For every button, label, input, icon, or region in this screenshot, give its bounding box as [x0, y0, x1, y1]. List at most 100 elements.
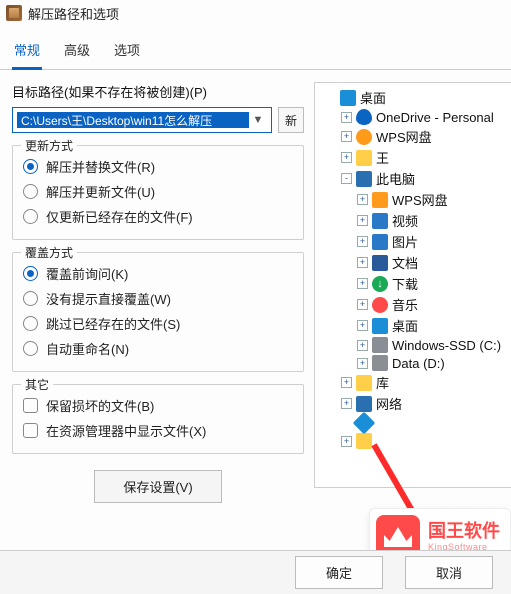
tab-advanced[interactable]: 高级 — [62, 34, 92, 69]
desktop-icon — [372, 318, 388, 334]
tab-options[interactable]: 选项 — [112, 34, 142, 69]
wps-icon — [356, 129, 372, 145]
option-label: 解压并更新文件(U) — [46, 182, 155, 201]
option-label: 保留损坏的文件(B) — [46, 396, 154, 415]
update-option[interactable]: 解压并更新文件(U) — [23, 179, 293, 204]
tree-node[interactable]: + 网络 — [317, 393, 509, 414]
tree-node[interactable]: + 视频 — [317, 210, 509, 231]
expand-toggle[interactable]: + — [341, 436, 352, 447]
overwrite-option[interactable]: 覆盖前询问(K) — [23, 261, 293, 286]
tree-node-label: 此电脑 — [376, 169, 415, 188]
tree-node-label: Windows-SSD (C:) — [392, 338, 501, 353]
expand-toggle[interactable]: + — [357, 215, 368, 226]
option-label: 跳过已经存在的文件(S) — [46, 314, 180, 333]
overwrite-option[interactable]: 没有提示直接覆盖(W) — [23, 286, 293, 311]
tree-node[interactable]: + WPS网盘 — [317, 126, 509, 147]
tree-node[interactable]: +王 — [317, 147, 509, 168]
tree-node[interactable] — [317, 414, 509, 432]
tree-node-label: OneDrive - Personal — [376, 110, 494, 125]
tree-node[interactable]: + 桌面 — [317, 315, 509, 336]
tree-node-label: 下载 — [392, 274, 418, 293]
expand-toggle[interactable]: + — [341, 112, 352, 123]
expand-toggle[interactable]: + — [357, 320, 368, 331]
new-folder-button[interactable]: 新 — [278, 107, 304, 133]
overwrite-option[interactable]: 自动重命名(N) — [23, 336, 293, 361]
tree-node[interactable]: + Data (D:) — [317, 354, 509, 372]
tree-node[interactable]: +库 — [317, 372, 509, 393]
tree-node-label: 库 — [376, 373, 389, 392]
expand-toggle[interactable]: + — [357, 236, 368, 247]
tree-node[interactable]: +图片 — [317, 231, 509, 252]
video-icon — [372, 213, 388, 229]
drive-icon — [372, 337, 388, 353]
tree-node-label: 桌面 — [392, 316, 418, 335]
tree-node-label: 网络 — [376, 394, 402, 413]
other-option[interactable]: 保留损坏的文件(B) — [23, 393, 293, 418]
ok-button[interactable]: 确定 — [295, 556, 383, 589]
tree-node[interactable]: + 下载 — [317, 273, 509, 294]
expand-toggle[interactable]: + — [341, 377, 352, 388]
update-option[interactable]: 解压并替换文件(R) — [23, 154, 293, 179]
radio-icon — [23, 184, 38, 199]
checkbox-icon — [23, 398, 38, 413]
expand-toggle[interactable]: - — [341, 173, 352, 184]
expand-spacer — [341, 418, 352, 429]
doc-icon — [372, 255, 388, 271]
folder-icon — [356, 433, 372, 449]
expand-toggle[interactable]: + — [357, 278, 368, 289]
expand-toggle[interactable]: + — [357, 299, 368, 310]
tree-node-label: 文档 — [392, 253, 418, 272]
dest-path-input[interactable] — [17, 112, 249, 128]
lib-icon — [356, 375, 372, 391]
expand-toggle[interactable]: + — [357, 194, 368, 205]
radio-icon — [23, 266, 38, 281]
folder-tree[interactable]: 桌面+OneDrive - Personal+WPS网盘+王-此电脑+WPS网盘… — [314, 82, 511, 488]
overwrite-option[interactable]: 跳过已经存在的文件(S) — [23, 311, 293, 336]
tree-node[interactable]: + Windows-SSD (C:) — [317, 336, 509, 354]
tree-node[interactable]: 桌面 — [317, 87, 509, 108]
tree-node[interactable]: + 音乐 — [317, 294, 509, 315]
radio-icon — [23, 159, 38, 174]
radio-icon — [23, 341, 38, 356]
tree-node[interactable]: + 文档 — [317, 252, 509, 273]
onedrive-icon — [356, 109, 372, 125]
tree-node[interactable]: - 此电脑 — [317, 168, 509, 189]
music-icon — [372, 297, 388, 313]
tree-node-label: 视频 — [392, 211, 418, 230]
tree-node[interactable]: + OneDrive - Personal — [317, 108, 509, 126]
radio-icon — [23, 209, 38, 224]
save-settings-button[interactable]: 保存设置(V) — [94, 470, 221, 503]
group-other: 其它 保留损坏的文件(B)在资源管理器中显示文件(X) — [12, 384, 304, 454]
tree-node-label: 音乐 — [392, 295, 418, 314]
expand-toggle[interactable]: + — [357, 340, 368, 351]
option-label: 解压并替换文件(R) — [46, 157, 155, 176]
group-label: 覆盖方式 — [21, 244, 77, 261]
expand-toggle[interactable]: + — [341, 131, 352, 142]
cancel-button[interactable]: 取消 — [405, 556, 493, 589]
dest-path-label: 目标路径(如果不存在将被创建)(P) — [12, 82, 304, 101]
tab-general[interactable]: 常规 — [12, 34, 42, 70]
tree-node-label: 王 — [376, 148, 389, 167]
tree-node[interactable]: + — [317, 432, 509, 450]
tree-node-label: Data (D:) — [392, 356, 445, 371]
radio-icon — [23, 316, 38, 331]
group-overwrite-mode: 覆盖方式 覆盖前询问(K)没有提示直接覆盖(W)跳过已经存在的文件(S)自动重命… — [12, 252, 304, 372]
expand-toggle[interactable]: + — [341, 152, 352, 163]
group-label: 更新方式 — [21, 137, 77, 154]
dl-icon — [372, 276, 388, 292]
chevron-down-icon[interactable]: ▼ — [249, 114, 267, 126]
update-option[interactable]: 仅更新已经存在的文件(F) — [23, 204, 293, 229]
expand-toggle[interactable]: + — [357, 358, 368, 369]
folder-icon — [356, 150, 372, 166]
expand-toggle[interactable]: + — [341, 398, 352, 409]
tree-node-label: WPS网盘 — [392, 190, 448, 209]
expand-toggle[interactable]: + — [357, 257, 368, 268]
watermark-text-zh: 国王软件 — [428, 522, 500, 542]
group-update-mode: 更新方式 解压并替换文件(R)解压并更新文件(U)仅更新已经存在的文件(F) — [12, 145, 304, 240]
other-option[interactable]: 在资源管理器中显示文件(X) — [23, 418, 293, 443]
dest-path-combobox[interactable]: ▼ — [12, 107, 272, 133]
option-label: 在资源管理器中显示文件(X) — [46, 421, 206, 440]
tree-node-label: WPS网盘 — [376, 127, 432, 146]
pic-icon — [372, 234, 388, 250]
tree-node[interactable]: + WPS网盘 — [317, 189, 509, 210]
